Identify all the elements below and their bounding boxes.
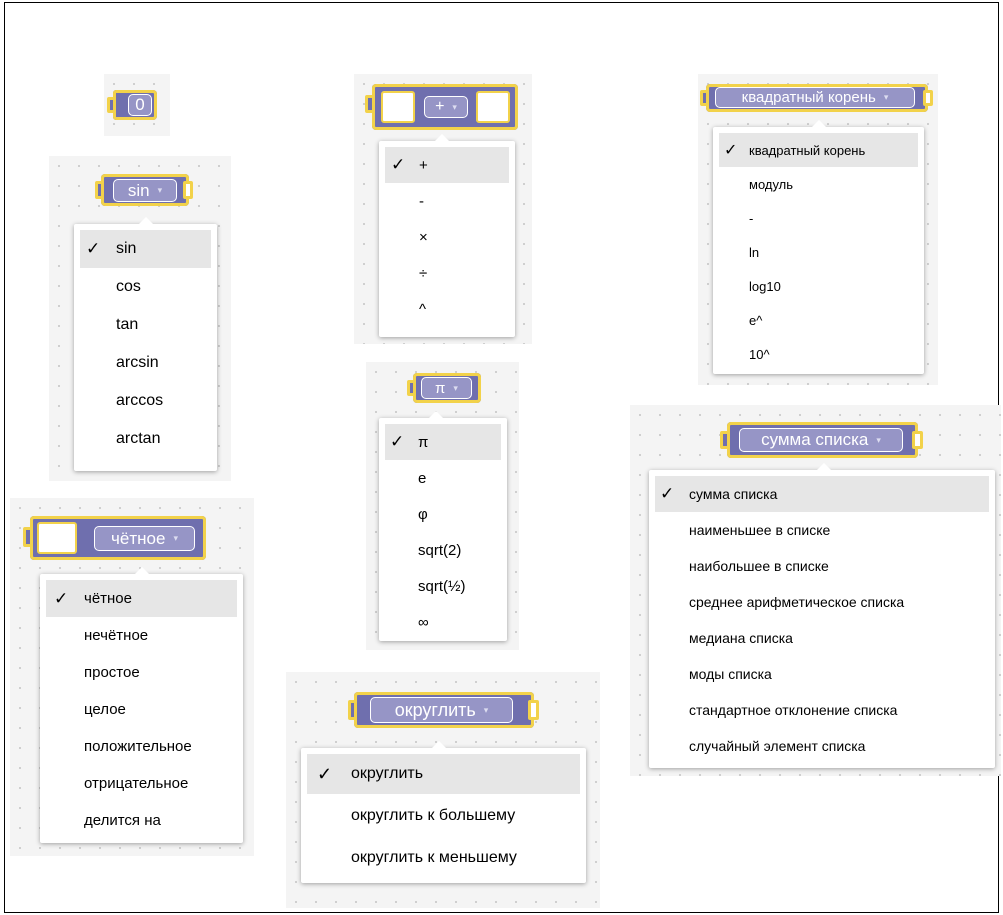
trig-dropdown-value: sin (127, 180, 150, 200)
number-value-text: 0 (135, 95, 145, 114)
arith-option[interactable]: ^ (385, 291, 509, 327)
trig-option[interactable]: tan (80, 306, 211, 344)
arith-dropdown-value: + (435, 98, 445, 115)
arith-dropdown[interactable]: + ▾ (424, 96, 468, 118)
chevron-down-icon: ▾ (173, 533, 178, 543)
number-block-panel: 0 (104, 74, 170, 136)
constant-option[interactable]: sqrt(2) (385, 532, 501, 568)
list-option[interactable]: медиана списка (655, 620, 989, 656)
constant-dropdown-value: π (435, 379, 446, 397)
trig-option[interactable]: arccos (80, 382, 211, 420)
chevron-down-icon: ▾ (483, 704, 489, 715)
trig-option[interactable]: arcsin (80, 344, 211, 382)
list-panel: сумма списка ▾ ✓ сумма списка наименьшее… (630, 405, 1001, 776)
property-option[interactable]: целое (46, 691, 237, 728)
single-option[interactable]: модуль (719, 167, 918, 201)
single-option[interactable]: e^ (719, 303, 918, 337)
property-option[interactable]: делится на (46, 802, 237, 839)
round-dropdown[interactable]: округлить ▾ (370, 697, 513, 723)
constant-option[interactable]: φ (385, 496, 501, 532)
arith-option[interactable]: ÷ (385, 255, 509, 291)
number-block-output-tab (107, 97, 116, 113)
list-option[interactable]: стандартное отклонение списка (655, 692, 989, 728)
arith-panel: + ▾ ✓ + - × ÷ ^ (354, 74, 532, 344)
trig-option[interactable]: cos (80, 268, 211, 306)
arith-right-slot[interactable] (476, 91, 510, 123)
list-option[interactable]: наибольшее в списке (655, 548, 989, 584)
list-option[interactable]: наименьшее в списке (655, 512, 989, 548)
trig-input-tab (183, 181, 193, 199)
checkmark-icon: ✓ (54, 588, 69, 608)
list-option[interactable]: случайный элемент списка (655, 728, 989, 764)
round-input-tab (528, 700, 539, 720)
list-option[interactable]: ✓ сумма списка (655, 476, 989, 512)
list-option[interactable]: моды списка (655, 656, 989, 692)
single-option[interactable]: - (719, 201, 918, 235)
arith-option[interactable]: ✓ + (385, 147, 509, 183)
single-option[interactable]: 10^ (719, 337, 918, 371)
single-panel: квадратный корень ▾ ✓ квадратный корень … (698, 74, 938, 385)
round-dropdown-value: округлить (394, 699, 476, 720)
checkmark-icon: ✓ (317, 763, 333, 784)
canvas-frame: 0 sin ▾ ✓ sin cos tan arcsin arccos arct… (4, 2, 1001, 913)
checkmark-icon: ✓ (660, 484, 675, 503)
property-dropdown-value: чётное (111, 528, 166, 548)
single-dropdown[interactable]: квадратный корень ▾ (715, 87, 915, 108)
property-option[interactable]: нечётное (46, 617, 237, 654)
arith-left-slot[interactable] (381, 91, 415, 123)
constant-option[interactable]: ✓ π (385, 424, 501, 460)
single-dropdown-value: квадратный корень (741, 89, 876, 106)
list-input-tab (912, 431, 923, 449)
property-option[interactable]: простое (46, 654, 237, 691)
arith-option[interactable]: - (385, 183, 509, 219)
constant-option[interactable]: sqrt(½) (385, 568, 501, 604)
property-dropdown[interactable]: чётное ▾ (94, 526, 195, 551)
arith-menu: ✓ + - × ÷ ^ (379, 134, 515, 337)
constant-option[interactable]: e (385, 460, 501, 496)
checkmark-icon: ✓ (86, 239, 101, 258)
checkmark-icon: ✓ (390, 432, 405, 451)
property-panel: чётное ▾ ✓ чётное нечётное простое целое… (10, 498, 254, 856)
trig-dropdown[interactable]: sin ▾ (113, 179, 177, 202)
trig-option[interactable]: ✓ sin (80, 230, 211, 268)
number-value-field[interactable]: 0 (128, 94, 152, 116)
chevron-down-icon: ▾ (883, 92, 889, 102)
property-option[interactable]: отрицательное (46, 765, 237, 802)
single-option[interactable]: ✓ квадратный корень (719, 133, 918, 167)
single-input-tab (923, 90, 933, 106)
property-option[interactable]: положительное (46, 728, 237, 765)
constant-option[interactable]: ∞ (385, 604, 501, 640)
round-option[interactable]: округлить к большему (307, 796, 580, 836)
list-option[interactable]: среднее арифметическое списка (655, 584, 989, 620)
constant-panel: π ▾ ✓ π e φ sqrt(2) sqrt(½) ∞ (366, 362, 519, 650)
constant-menu: ✓ π e φ sqrt(2) sqrt(½) ∞ (379, 411, 507, 641)
single-option[interactable]: log10 (719, 269, 918, 303)
property-option[interactable]: ✓ чётное (46, 580, 237, 617)
round-panel: округлить ▾ ✓ округлить округлить к боль… (286, 672, 600, 908)
checkmark-icon: ✓ (391, 155, 406, 174)
round-menu: ✓ округлить округлить к большему округли… (301, 741, 586, 883)
chevron-down-icon: ▾ (453, 382, 458, 393)
round-option[interactable]: ✓ округлить (307, 754, 580, 794)
list-menu: ✓ сумма списка наименьшее в списке наибо… (649, 463, 995, 768)
trig-option[interactable]: arctan (80, 420, 211, 458)
single-menu: ✓ квадратный корень модуль - ln log10 e^… (713, 120, 924, 374)
chevron-down-icon: ▾ (876, 434, 881, 445)
trig-menu: ✓ sin cos tan arcsin arccos arctan (74, 217, 217, 471)
list-dropdown-value: сумма списка (761, 430, 869, 449)
checkmark-icon: ✓ (724, 142, 738, 159)
arith-option[interactable]: × (385, 219, 509, 255)
property-menu: ✓ чётное нечётное простое целое положите… (40, 567, 243, 843)
constant-dropdown[interactable]: π ▾ (421, 377, 472, 399)
property-value-slot[interactable] (37, 522, 77, 554)
round-option[interactable]: округлить к меньшему (307, 838, 580, 878)
chevron-down-icon: ▾ (452, 101, 457, 112)
list-dropdown[interactable]: сумма списка ▾ (739, 428, 903, 452)
trig-panel: sin ▾ ✓ sin cos tan arcsin arccos arctan (49, 156, 231, 481)
chevron-down-icon: ▾ (157, 185, 163, 195)
single-option[interactable]: ln (719, 235, 918, 269)
